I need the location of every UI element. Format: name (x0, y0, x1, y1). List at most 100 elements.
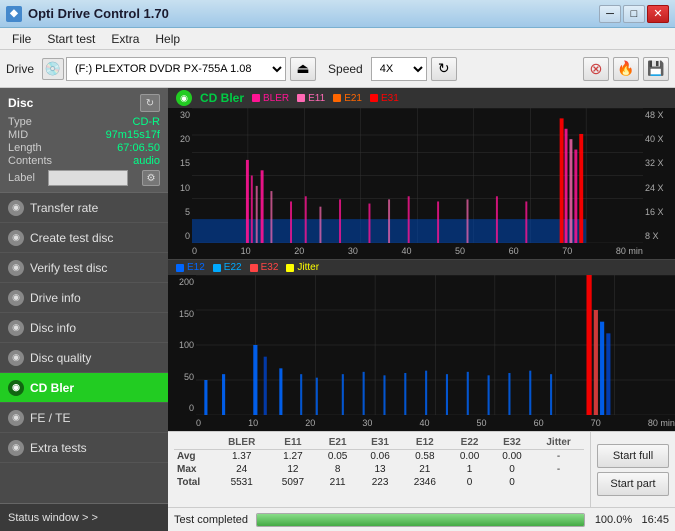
disc-label-gear-button[interactable]: ⚙ (142, 170, 160, 186)
chart-bottom-plot (196, 275, 675, 415)
legend-e22-dot (213, 264, 221, 272)
sidebar-item-create-test-disc[interactable]: ◉ Create test disc (0, 223, 168, 253)
progress-bar-fill (257, 514, 584, 526)
minimize-button[interactable]: ─ (599, 5, 621, 23)
burn-button[interactable]: 🔥 (613, 57, 639, 81)
chart-top-body: 30 20 15 10 5 0 48 X 40 X 32 X 24 X 16 X… (168, 108, 675, 259)
sidebar-item-transfer-rate[interactable]: ◉ Transfer rate (0, 193, 168, 223)
sidebar-item-disc-quality[interactable]: ◉ Disc quality (0, 343, 168, 373)
speed-label: Speed (328, 62, 363, 76)
col-jitter: Jitter (533, 436, 584, 450)
legend-e11-dot (297, 94, 305, 102)
disc-mid-label: MID (8, 129, 28, 141)
legend-e12: E12 (176, 262, 205, 273)
menu-extra[interactable]: Extra (103, 30, 147, 48)
chart-top-plot (192, 108, 643, 243)
x-axis-top: 0 10 20 30 40 50 60 70 80 min (192, 243, 643, 259)
transfer-rate-icon: ◉ (8, 200, 24, 216)
progress-bar (256, 513, 585, 527)
disc-type-value: CD-R (133, 116, 161, 128)
legend-e32-label: E32 (261, 262, 279, 273)
legend-e22: E22 (213, 262, 242, 273)
sidebar-item-disc-info[interactable]: ◉ Disc info (0, 313, 168, 343)
sidebar-item-extra-tests[interactable]: ◉ Extra tests (0, 433, 168, 463)
chart-top-svg (192, 108, 643, 243)
app-icon: ◆ (6, 6, 22, 22)
stats-row-avg: Avg 1.37 1.27 0.05 0.06 0.58 0.00 0.00 - (174, 450, 584, 464)
main-layout: Disc ↻ Type CD-R MID 97m15s17f Length 67… (0, 88, 675, 531)
col-bler: BLER (214, 436, 269, 450)
speed-ok-button[interactable]: ↻ (431, 57, 457, 81)
legend-bler: BLER (252, 93, 289, 104)
legend-e21-dot (333, 94, 341, 102)
legend-e11-label: E11 (308, 93, 325, 104)
start-part-button[interactable]: Start part (597, 472, 669, 496)
legend-e22-label: E22 (224, 262, 242, 273)
x-axis-bottom: 0 10 20 30 40 50 60 70 80 min (196, 415, 675, 431)
chart-bottom-titlebar: E12 E22 E32 Jitter (168, 260, 675, 275)
disc-refresh-button[interactable]: ↻ (140, 94, 160, 112)
time-display: 16:45 (641, 514, 669, 526)
menu-bar: File Start test Extra Help (0, 28, 675, 50)
stats-row-max: Max 24 12 8 13 21 1 0 - (174, 463, 584, 476)
sidebar-item-cd-bler[interactable]: ◉ CD Bler (0, 373, 168, 403)
sidebar-item-fe-te[interactable]: ◉ FE / TE (0, 403, 168, 433)
window-controls: ─ □ ✕ (599, 5, 669, 23)
content-area: ◉ CD Bler BLER E11 E21 E31 (168, 88, 675, 531)
disc-panel: Disc ↻ Type CD-R MID 97m15s17f Length 67… (0, 88, 168, 193)
menu-start-test[interactable]: Start test (39, 30, 103, 48)
legend-bler-label: BLER (263, 93, 289, 104)
legend-e11: E11 (297, 93, 325, 104)
save-button[interactable]: 💾 (643, 57, 669, 81)
chart-top-title: CD Bler (200, 91, 244, 105)
sidebar-item-drive-info[interactable]: ◉ Drive info (0, 283, 168, 313)
legend-jitter-dot (286, 264, 294, 272)
speed-select[interactable]: 4X 1X 2X 8X Max (371, 57, 427, 81)
sidebar-item-verify-test-disc[interactable]: ◉ Verify test disc (0, 253, 168, 283)
drive-select[interactable]: (F:) PLEXTOR DVDR PX-755A 1.08 (66, 57, 286, 81)
col-e22: E22 (448, 436, 490, 450)
legend-e21: E21 (333, 93, 362, 104)
title-bar: ◆ Opti Drive Control 1.70 ─ □ ✕ (0, 0, 675, 28)
legend-e32: E32 (250, 262, 279, 273)
stats-row-total: Total 5531 5097 211 223 2346 0 0 (174, 476, 584, 489)
y-axis-left-top: 30 20 15 10 5 0 (168, 108, 192, 243)
disc-label-label: Label (8, 172, 35, 184)
chart-top-icon: ◉ (176, 90, 192, 106)
disc-label-input[interactable] (48, 170, 128, 186)
status-text: Test completed (174, 514, 248, 526)
disc-info-icon: ◉ (8, 320, 24, 336)
start-full-button[interactable]: Start full (597, 444, 669, 468)
legend-e31-label: E31 (381, 93, 399, 104)
disc-panel-title: Disc (8, 96, 33, 110)
legend-e21-label: E21 (344, 93, 362, 104)
close-button[interactable]: ✕ (647, 5, 669, 23)
drive-label: Drive (6, 62, 34, 76)
stats-table: BLER E11 E21 E31 E12 E22 E32 Jitter Avg (174, 436, 584, 489)
sidebar-nav: ◉ Transfer rate ◉ Create test disc ◉ Ver… (0, 193, 168, 503)
cd-bler-icon: ◉ (8, 380, 24, 396)
status-bar: Test completed 100.0% 16:45 (168, 507, 675, 531)
chart-bottom-svg (196, 275, 675, 415)
menu-file[interactable]: File (4, 30, 39, 48)
legend-jitter: Jitter (286, 262, 319, 273)
legend-e31-dot (370, 94, 378, 102)
legend-bler-dot (252, 94, 260, 102)
eject-button[interactable]: ⏏ (290, 57, 316, 81)
col-e11: E11 (269, 436, 316, 450)
erase-button[interactable]: ⊗ (583, 57, 609, 81)
status-window-button[interactable]: Status window > > (0, 503, 168, 531)
disc-mid-value: 97m15s17f (106, 129, 160, 141)
legend-e31: E31 (370, 93, 399, 104)
disc-quality-icon: ◉ (8, 350, 24, 366)
disc-length-value: 67:06.50 (117, 142, 160, 154)
disc-contents-label: Contents (8, 155, 52, 167)
app-title: Opti Drive Control 1.70 (28, 6, 169, 21)
stats-bar: BLER E11 E21 E31 E12 E22 E32 Jitter Avg (168, 431, 675, 507)
legend-e12-dot (176, 264, 184, 272)
drive-info-icon: ◉ (8, 290, 24, 306)
menu-help[interactable]: Help (147, 30, 188, 48)
col-e31: E31 (359, 436, 401, 450)
maximize-button[interactable]: □ (623, 5, 645, 23)
sidebar: Disc ↻ Type CD-R MID 97m15s17f Length 67… (0, 88, 168, 531)
